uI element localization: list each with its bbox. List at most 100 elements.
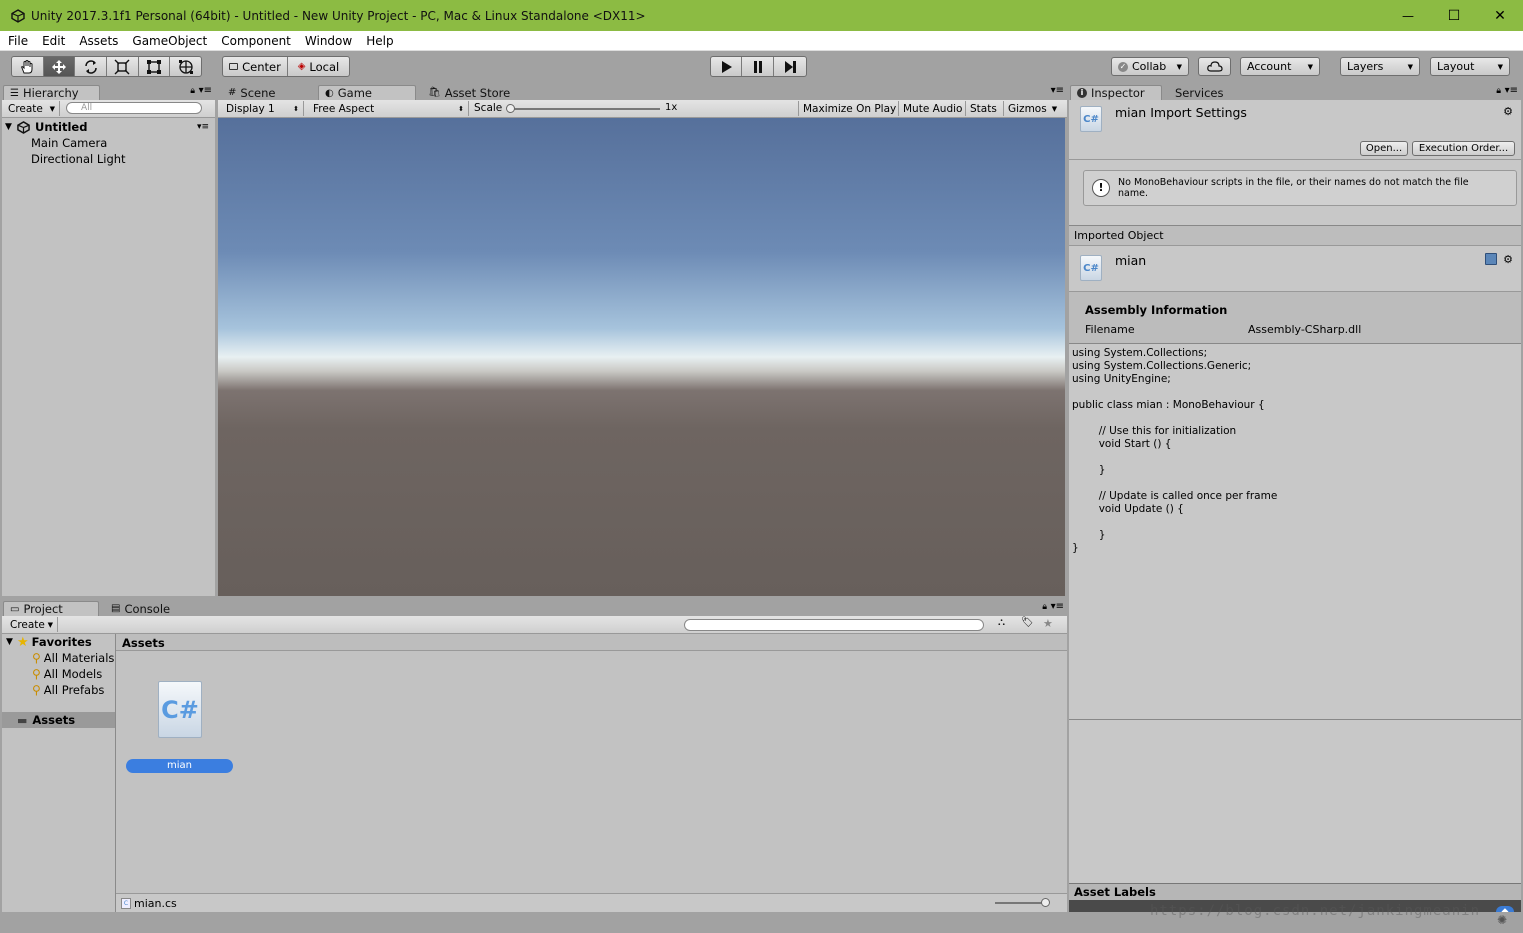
imported-object-header: Imported Object — [1069, 226, 1521, 245]
icon-size-slider[interactable] — [995, 898, 1050, 907]
project-create-dropdown[interactable]: Create ▼ — [6, 617, 58, 632]
rect-tool-icon[interactable] — [139, 57, 171, 76]
menu-file[interactable]: File — [0, 34, 35, 48]
move-tool-icon[interactable] — [43, 57, 76, 76]
execution-order-button[interactable]: Execution Order... — [1412, 141, 1515, 156]
pause-button[interactable] — [742, 57, 774, 76]
lock-icon[interactable]: 🔒︎ — [1042, 602, 1047, 612]
scale-label: Scale — [474, 102, 503, 114]
filename-value: Assembly-CSharp.dll — [1248, 323, 1362, 336]
collab-dropdown[interactable]: ✓ Collab ▼ — [1111, 57, 1189, 76]
tab-services[interactable]: Services — [1169, 85, 1230, 100]
project-status-bar: C mian.cs — [116, 893, 1067, 912]
menu-help[interactable]: Help — [359, 34, 400, 48]
favorite-all-models[interactable]: ⚲ All Models — [2, 666, 115, 682]
scale-tool-icon[interactable] — [107, 57, 139, 76]
layers-dropdown[interactable]: Layers ▼ — [1340, 57, 1420, 76]
lock-icon[interactable]: 🔒︎ — [1496, 86, 1501, 96]
scene-name: Untitled — [35, 120, 88, 134]
minimize-button[interactable]: — — [1385, 0, 1431, 31]
favorite-all-prefabs[interactable]: ⚲ All Prefabs — [2, 682, 115, 698]
hierarchy-item-main-camera[interactable]: Main Camera — [2, 135, 215, 151]
open-button[interactable]: Open... — [1360, 141, 1408, 156]
panel-menu-icon[interactable]: ▾≡ — [199, 85, 212, 96]
favorites-row[interactable]: ▼ ★ Favorites — [2, 634, 115, 650]
menu-gameobject[interactable]: GameObject — [125, 34, 214, 48]
favorite-all-materials[interactable]: ⚲ All Materials — [2, 650, 115, 666]
menu-edit[interactable]: Edit — [35, 34, 72, 48]
store-icon: 🛍︎ — [428, 87, 441, 98]
filter-label-icon[interactable]: 🏷︎ — [1021, 617, 1034, 628]
project-assets-view: Assets C# mian C mian.cs — [116, 634, 1067, 912]
layout-dropdown[interactable]: Layout ▼ — [1430, 57, 1510, 76]
folder-tab-icon: ▭ — [10, 603, 20, 615]
scale-value: 1x — [665, 102, 678, 113]
hierarchy-create-dropdown[interactable]: Create ▼ — [4, 101, 60, 116]
menu-component[interactable]: Component — [214, 34, 298, 48]
aspect-dropdown[interactable]: Free Aspect ⬍ — [309, 101, 469, 116]
game-panel: # Scene ◐ Game 🛍︎ Asset Store ▾≡ Display 1 ⬍… — [218, 83, 1067, 596]
menu-assets[interactable]: Assets — [72, 34, 125, 48]
scene-grid-icon: # — [228, 87, 237, 98]
main-toolbar: Center ◈ Local ✓ Collab ▼ Account ▼ Layers ▼ … — [0, 51, 1523, 83]
hierarchy-item-directional-light[interactable]: Directional Light — [2, 151, 215, 167]
object-gear-icon[interactable]: ⚙ — [1503, 253, 1513, 266]
play-controls — [710, 56, 807, 77]
tab-game[interactable]: ◐ Game — [318, 85, 416, 100]
tab-asset-store[interactable]: 🛍︎ Asset Store — [422, 85, 516, 100]
rotate-tool-icon[interactable] — [75, 57, 108, 76]
warning-box: ! No MonoBehaviour scripts in the file, … — [1083, 170, 1517, 206]
assets-breadcrumb[interactable]: Assets — [116, 634, 1067, 651]
gizmos-dropdown[interactable]: Gizmos ▼ — [1003, 101, 1061, 116]
expand-arrow-icon[interactable]: ▼ — [5, 122, 17, 132]
scene-row[interactable]: ▼ Untitled ▾≡ — [2, 119, 215, 135]
panel-menu-icon[interactable]: ▾≡ — [1051, 85, 1064, 96]
close-button[interactable]: ✕ — [1477, 0, 1523, 31]
book-help-icon[interactable] — [1485, 253, 1497, 265]
csharp-asset-icon[interactable]: C# — [158, 681, 202, 738]
cloud-button[interactable] — [1198, 57, 1231, 76]
account-dropdown[interactable]: Account ▼ — [1240, 57, 1320, 76]
hierarchy-panel: ☰ Hierarchy 🔒︎ ▾≡ Create ▼ All ▼ Untitled … — [2, 83, 215, 596]
step-button[interactable] — [774, 57, 806, 76]
assembly-title: Assembly Information — [1085, 303, 1228, 317]
hierarchy-search-input[interactable]: All — [66, 102, 202, 114]
project-search-input[interactable] — [684, 619, 984, 631]
settings-gear-icon[interactable]: ⚙ — [1503, 105, 1513, 118]
transform-tool-icon[interactable] — [170, 57, 201, 76]
expand-arrow-icon[interactable]: ▼ — [6, 637, 17, 647]
tab-hierarchy[interactable]: ☰ Hierarchy — [3, 85, 100, 100]
asset-name-label[interactable]: mian — [126, 759, 233, 773]
tab-project[interactable]: ▭ Project — [3, 601, 99, 616]
pivot-rotation-button[interactable]: ◈ Local — [288, 57, 349, 76]
panel-menu-icon[interactable]: ▾≡ — [1051, 601, 1064, 612]
panel-menu-icon[interactable]: ▾≡ — [1505, 85, 1518, 96]
tab-console[interactable]: ▤ Console — [105, 601, 176, 616]
favorite-star-icon[interactable]: ★ — [1043, 617, 1053, 630]
menu-window[interactable]: Window — [298, 34, 359, 48]
maximize-on-play-toggle[interactable]: Maximize On Play — [798, 101, 900, 116]
pivot-mode-button[interactable]: Center — [223, 57, 288, 76]
lock-icon[interactable]: 🔒︎ — [190, 86, 195, 96]
game-viewport[interactable] — [218, 118, 1065, 596]
maximize-button[interactable]: ☐ — [1431, 0, 1477, 31]
hand-tool-icon[interactable] — [12, 57, 44, 76]
selected-file-name: mian.cs — [134, 896, 177, 910]
assets-folder-row[interactable]: ▬ Assets — [2, 712, 115, 728]
tab-inspector[interactable]: i Inspector — [1070, 85, 1162, 100]
game-pacman-icon: ◐ — [325, 87, 334, 99]
mute-audio-toggle[interactable]: Mute Audio — [898, 101, 966, 116]
scale-slider-thumb[interactable] — [506, 104, 515, 113]
unity-scene-icon — [17, 120, 30, 134]
stats-toggle[interactable]: Stats — [965, 101, 1001, 116]
display-dropdown[interactable]: Display 1 ⬍ — [222, 101, 304, 116]
folder-icon: ▬ — [17, 713, 28, 727]
tab-scene[interactable]: # Scene — [222, 85, 281, 100]
scene-menu-icon[interactable]: ▾≡ — [197, 122, 209, 132]
icon-size-slider-thumb[interactable] — [1041, 898, 1050, 907]
collab-check-icon: ✓ — [1118, 61, 1128, 72]
scale-slider[interactable] — [506, 104, 660, 113]
play-button[interactable] — [711, 57, 743, 76]
filter-type-icon[interactable]: ⛬ — [998, 617, 1005, 628]
menu-bar: File Edit Assets GameObject Component Wi… — [0, 31, 1523, 51]
